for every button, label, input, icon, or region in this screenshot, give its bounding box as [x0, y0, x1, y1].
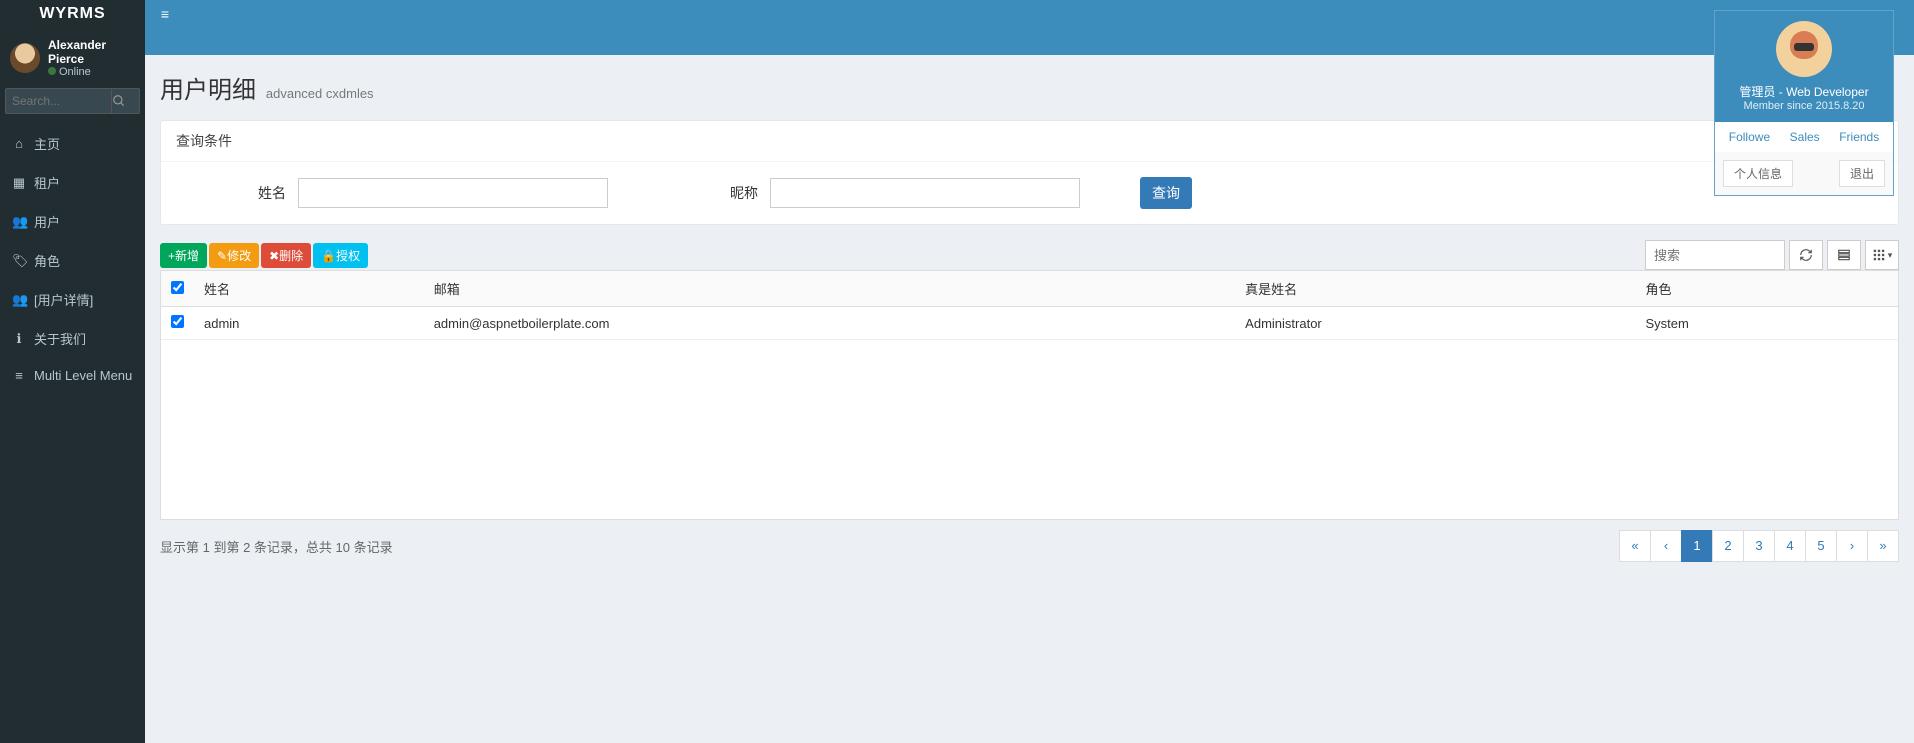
nav-home[interactable]: ⌂主页: [0, 124, 145, 163]
users-icon: 👥: [12, 292, 26, 308]
tag-icon: 🏷: [12, 253, 26, 269]
cell-realname: Administrator: [1235, 307, 1635, 340]
page-link[interactable]: ‹: [1650, 530, 1682, 562]
filter-nick-input[interactable]: [770, 178, 1080, 208]
columns-button[interactable]: ▾: [1865, 240, 1899, 270]
delete-button[interactable]: ✖删除: [261, 243, 311, 268]
pagination: «‹12345›»: [1620, 530, 1899, 562]
sidebar-search: [0, 88, 145, 124]
nav-users[interactable]: 👥用户: [0, 202, 145, 241]
plus-icon: +: [168, 249, 175, 263]
sidebar-user-panel: Alexander Pierce Online: [0, 28, 145, 88]
table-footer: 显示第 1 到第 2 条记录，总共 10 条记录 «‹12345›»: [160, 520, 1899, 572]
users-icon: 👥: [12, 214, 26, 230]
dropdown-title: 管理员 - Web Developer: [1725, 83, 1883, 100]
sidebar-search-button[interactable]: [112, 88, 140, 114]
nav-about[interactable]: ℹ关于我们: [0, 319, 145, 358]
brand-logo: WYRMS: [0, 0, 145, 28]
auth-button[interactable]: 🔒授权: [313, 243, 368, 268]
search-icon: [112, 94, 126, 108]
filter-panel: 查询条件 姓名 昵称 查询: [160, 120, 1899, 225]
page-link[interactable]: 4: [1774, 530, 1806, 562]
refresh-icon: [1799, 248, 1813, 262]
cell-role: System: [1635, 307, 1898, 340]
info-icon: ℹ: [12, 331, 26, 347]
add-button[interactable]: +新增: [160, 243, 207, 268]
table-row[interactable]: adminadmin@aspnetboilerplate.comAdminist…: [161, 307, 1898, 340]
lock-icon: 🔒: [321, 249, 336, 263]
toolbar: +新增 ✎修改 ✖删除 🔒授权 ▾: [160, 240, 1899, 270]
home-icon: ⌂: [12, 136, 26, 151]
grid-icon: [1872, 248, 1886, 262]
sidebar: WYRMS Alexander Pierce Online ⌂主页 ▦租户 👥用…: [0, 0, 145, 743]
bars-icon: ≡: [12, 368, 26, 383]
col-realname[interactable]: 真是姓名: [1235, 271, 1635, 307]
page-link[interactable]: 2: [1712, 530, 1744, 562]
nav-user-detail[interactable]: 👥[用户详情]: [0, 280, 145, 319]
filter-nick-label: 昵称: [708, 183, 758, 203]
caret-down-icon: ▾: [1888, 250, 1893, 261]
toggle-view-button[interactable]: [1827, 240, 1861, 270]
nav-roles[interactable]: 🏷角色: [0, 241, 145, 280]
col-name[interactable]: 姓名: [194, 271, 424, 307]
page-link[interactable]: ›: [1836, 530, 1868, 562]
page-link[interactable]: «: [1619, 530, 1651, 562]
bars-icon: ≡: [161, 6, 169, 22]
page-link[interactable]: 3: [1743, 530, 1775, 562]
times-icon: ✖: [269, 249, 279, 263]
dropdown-subtitle: Member since 2015.8.20: [1725, 100, 1883, 112]
sidebar-search-input[interactable]: [5, 88, 112, 114]
query-button[interactable]: 查询: [1140, 177, 1192, 209]
list-icon: [1837, 248, 1851, 262]
filter-name-input[interactable]: [298, 178, 608, 208]
table-search-input[interactable]: [1645, 240, 1785, 270]
user-dropdown: 管理员 - Web Developer Member since 2015.8.…: [1714, 10, 1894, 196]
sidebar-user-name: Alexander Pierce: [48, 38, 135, 66]
page-subtitle: advanced cxdmles: [266, 86, 374, 101]
cell-name: admin: [194, 307, 424, 340]
nav-multilevel[interactable]: ≡Multi Level Menu: [0, 358, 145, 393]
topnav: ≡ ✉ 简体中文 ▾ 管理员 - Web Developer Member si…: [145, 0, 1914, 55]
dropdown-link-followers[interactable]: Followe: [1729, 130, 1770, 144]
logout-button[interactable]: 退出: [1839, 160, 1885, 187]
row-checkbox[interactable]: [171, 315, 184, 328]
col-email[interactable]: 邮箱: [424, 271, 1235, 307]
sidebar-user-status: Online: [48, 66, 135, 78]
profile-button[interactable]: 个人信息: [1723, 160, 1793, 187]
page-link[interactable]: »: [1867, 530, 1899, 562]
data-table: 姓名 邮箱 真是姓名 角色 adminadmin@aspnetboilerpla…: [160, 270, 1899, 520]
filter-name-label: 姓名: [236, 183, 286, 203]
dropdown-avatar: [1776, 21, 1832, 77]
pencil-icon: ✎: [217, 249, 227, 263]
nav-tenant[interactable]: ▦租户: [0, 163, 145, 202]
building-icon: ▦: [12, 175, 26, 191]
sidebar-toggle-button[interactable]: ≡: [145, 0, 185, 28]
page-title: 用户明细: [160, 70, 256, 105]
content-header: 用户明细 advanced cxdmles: [145, 55, 1914, 105]
cell-email: admin@aspnetboilerplate.com: [424, 307, 1235, 340]
content: 查询条件 姓名 昵称 查询: [145, 105, 1914, 587]
select-all-checkbox[interactable]: [171, 281, 184, 294]
refresh-button[interactable]: [1789, 240, 1823, 270]
avatar: [10, 43, 40, 73]
sidebar-nav: ⌂主页 ▦租户 👥用户 🏷角色 👥[用户详情] ℹ关于我们 ≡Multi Lev…: [0, 124, 145, 393]
filter-heading: 查询条件: [161, 121, 1898, 162]
edit-button[interactable]: ✎修改: [209, 243, 259, 268]
main: ≡ ✉ 简体中文 ▾ 管理员 - Web Developer Member si…: [145, 0, 1914, 587]
dropdown-link-sales[interactable]: Sales: [1790, 130, 1820, 144]
dropdown-link-friends[interactable]: Friends: [1839, 130, 1879, 144]
page-link[interactable]: 1: [1681, 530, 1713, 562]
record-info: 显示第 1 到第 2 条记录，总共 10 条记录: [160, 537, 393, 556]
page-link[interactable]: 5: [1805, 530, 1837, 562]
col-role[interactable]: 角色: [1635, 271, 1898, 307]
